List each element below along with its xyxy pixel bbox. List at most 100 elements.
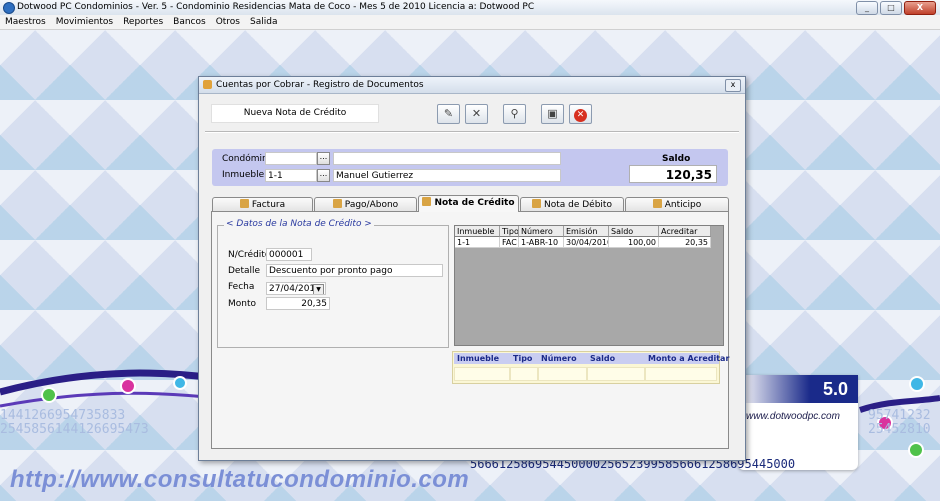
menu-otros[interactable]: Otros [211,15,245,29]
ncredito-input[interactable]: 000001 [266,248,312,261]
applied-cell-numero[interactable] [538,367,587,381]
tab-anticipo[interactable]: Anticipo [625,197,729,211]
search-button[interactable]: ⚲ [503,104,526,124]
menu-bancos[interactable]: Bancos [168,15,211,29]
applied-table[interactable]: Inmueble Tipo Número Saldo Monto a Acred… [452,351,729,384]
cancel-icon: ✕ [574,109,587,122]
credit-note-legend: < Datos de la Nota de Crédito > [224,219,374,229]
edit-icon: ✎ [443,107,454,120]
inmueble-lookup-button[interactable]: ... [317,169,330,182]
monto-input[interactable]: 20,35 [266,297,330,310]
minimize-button[interactable]: _ [856,1,878,15]
column-header-numero[interactable]: Número [519,226,564,237]
column-header-tipo[interactable]: Tipo [500,226,519,237]
monto-label: Monto [228,299,257,309]
maximize-button[interactable]: □ [880,1,902,15]
table-cell-tipo[interactable]: FAC [500,237,519,248]
toolbar-separator [205,131,739,133]
credit-note-fieldset: < Datos de la Nota de Crédito > N/Crédit… [217,219,449,348]
version-site: www.dotwoodpc.com [746,411,840,422]
background-digits-2: 2545856144126695473 [0,422,149,437]
column-header-saldo[interactable]: Saldo [609,226,659,237]
invoice-icon [239,199,249,208]
tab-debito-label: Nota de Débito [544,200,612,210]
applied-header-monto[interactable]: Monto a Acreditar [645,353,729,364]
close-button[interactable]: X [904,1,936,15]
tab-content-credit-note: < Datos de la Nota de Crédito > N/Crédit… [211,211,729,449]
column-header-acreditar[interactable]: Acreditar [659,226,711,237]
window-controls: _ □ X [856,1,936,15]
saldo-label: Saldo [662,154,691,164]
tab-credito-label: Nota de Crédito [434,198,515,208]
dialog-close-button[interactable]: x [725,79,741,92]
payment-icon [332,199,342,208]
background-digits-4: 25452810 [868,422,931,437]
documents-dialog: Cuentas por Cobrar - Registro de Documen… [198,76,746,461]
applied-header-numero[interactable]: Número [538,353,587,364]
credit-note-icon [422,197,432,206]
tab-factura[interactable]: Factura [212,197,313,211]
save-icon: ▣ [547,107,558,120]
table-cell-inmueble[interactable]: 1-1 [455,237,500,248]
advance-icon [652,199,662,208]
document-type-label: Nueva Nota de Crédito [211,104,379,123]
inmueble-label: Inmueble [222,170,265,180]
dialog-title: Cuentas por Cobrar - Registro de Documen… [216,80,424,90]
background-digits-1: 1441266954735833 [0,408,126,423]
version-card: 5.0 www.dotwoodpc.com [738,375,858,470]
condominio-lookup-button[interactable]: ... [317,152,330,165]
applied-header-saldo[interactable]: Saldo [587,353,645,364]
debit-note-icon [532,199,541,208]
tab-factura-label: Factura [251,200,286,210]
column-header-inmueble[interactable]: Inmueble [455,226,500,237]
table-cell-acreditar[interactable]: 20,35 [659,237,711,248]
inmueble-code-input[interactable]: 1-1 [265,169,317,182]
applied-cell-monto[interactable] [645,367,717,381]
menu-maestros[interactable]: Maestros [0,15,51,29]
delete-icon: ✕ [471,107,482,120]
menu-bar: Maestros Movimientos Reportes Bancos Otr… [0,15,940,30]
owner-panel: Condómino ... Inmueble 1-1 ... Manuel Gu… [212,149,728,186]
menu-movimientos[interactable]: Movimientos [51,15,118,29]
tab-nota-credito[interactable]: Nota de Crédito [418,195,519,212]
delete-button[interactable]: ✕ [465,104,488,124]
applied-cell-tipo[interactable] [510,367,538,381]
applied-cell-saldo[interactable] [587,367,645,381]
applied-header-tipo[interactable]: Tipo [510,353,538,364]
app-title-bar: Dotwood PC Condominios - Ver. 5 - Condom… [0,0,940,16]
table-cell-emision[interactable]: 30/04/2010 [564,237,609,248]
dialog-title-bar: Cuentas por Cobrar - Registro de Documen… [199,77,745,94]
background-digits-3: 95741232 [868,408,931,423]
inmueble-name-input[interactable]: Manuel Gutierrez [333,169,561,182]
tab-pago-label: Pago/Abono [344,200,399,210]
tab-pago-abono[interactable]: Pago/Abono [314,197,417,211]
cancel-button[interactable]: ✕ [569,104,592,124]
menu-reportes[interactable]: Reportes [118,15,168,29]
chevron-down-icon[interactable]: ▼ [313,284,324,294]
background-url: http://www.consultatucondominio.com [10,466,470,493]
detalle-label: Detalle [228,266,261,276]
search-icon: ⚲ [510,107,519,120]
app-logo-icon [3,2,15,14]
menu-salida[interactable]: Salida [245,15,282,29]
table-cell-numero[interactable]: 1-ABR-10 [519,237,564,248]
table-cell-saldo[interactable]: 100,00 [609,237,659,248]
saldo-value: 120,35 [629,165,717,183]
condominio-code-input[interactable] [265,152,317,165]
tab-anticipo-label: Anticipo [664,200,702,210]
fecha-picker[interactable]: 27/04/2010 ▼ [266,282,326,295]
fecha-label: Fecha [228,282,255,292]
detalle-input[interactable]: Descuento por pronto pago [266,264,443,277]
column-header-emision[interactable]: Emisión [564,226,609,237]
dialog-app-icon [203,80,212,89]
save-button[interactable]: ▣ [541,104,564,124]
app-title: Dotwood PC Condominios - Ver. 5 - Condom… [17,2,535,12]
condominio-name-input[interactable] [333,152,561,165]
applied-cell-inmueble[interactable] [454,367,510,381]
ncredito-label: N/Crédito [228,250,271,260]
version-number: 5.0 [822,379,848,399]
edit-button[interactable]: ✎ [437,104,460,124]
tab-nota-debito[interactable]: Nota de Débito [520,197,624,211]
applied-header-inmueble[interactable]: Inmueble [454,353,510,364]
documents-table[interactable]: Inmueble Tipo Número Emisión Saldo Acred… [454,225,724,346]
